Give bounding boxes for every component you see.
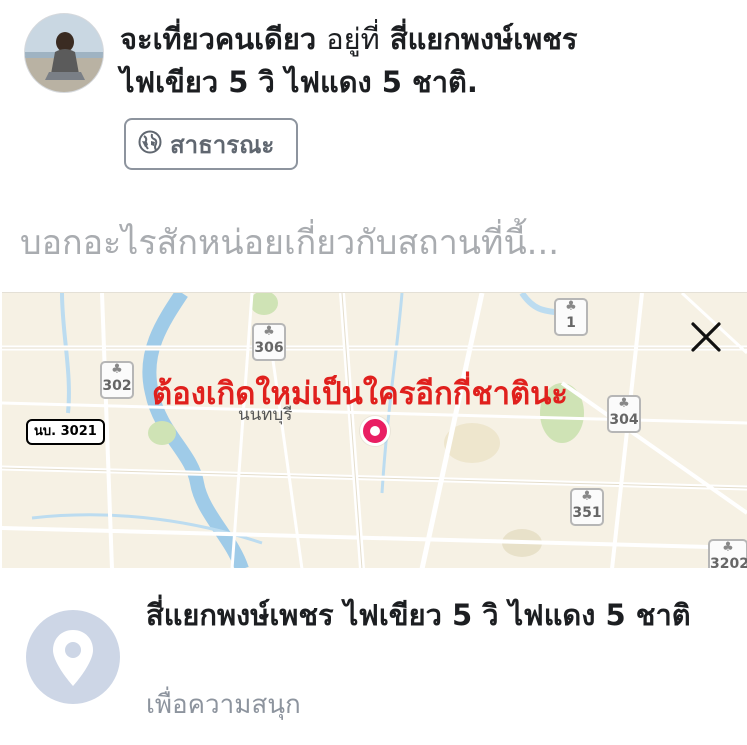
road-plate: นบ. 3021 bbox=[26, 419, 105, 445]
road-badge-1: 1 bbox=[554, 298, 588, 336]
at-word: อยู่ที่ bbox=[326, 22, 380, 56]
globe-icon bbox=[138, 130, 162, 158]
road-badge-306: 306 bbox=[252, 323, 286, 361]
privacy-label: สาธารณะ bbox=[170, 130, 275, 159]
place-category: เพื่อความสนุก bbox=[146, 690, 301, 720]
map-pin-icon bbox=[360, 416, 390, 446]
post-title: จะเที่ยวคนเดียว อยู่ที่ สี่แยกพงษ์เพชร ไ… bbox=[120, 18, 730, 104]
author-activity[interactable]: จะเที่ยวคนเดียว bbox=[120, 22, 316, 56]
location-pin-icon bbox=[26, 610, 120, 704]
location-link-rest[interactable]: ไฟเขียว 5 วิ ไฟแดง 5 ชาติ. bbox=[120, 65, 478, 99]
road-badge-302: 302 bbox=[100, 361, 134, 399]
close-icon[interactable] bbox=[688, 319, 724, 355]
place-card[interactable]: สี่แยกพงษ์เพชร ไฟเขียว 5 วิ ไฟแดง 5 ชาติ… bbox=[0, 568, 747, 745]
map-preview[interactable]: 306 302 1 304 351 3202 นบ. 3021 นนทบุรี … bbox=[2, 292, 747, 568]
post-header: จะเที่ยวคนเดียว อยู่ที่ สี่แยกพงษ์เพชร ไ… bbox=[0, 0, 747, 190]
road-badge-351: 351 bbox=[570, 488, 604, 526]
privacy-button[interactable]: สาธารณะ bbox=[124, 118, 298, 170]
road-badge-304: 304 bbox=[607, 395, 641, 433]
road-badge-3202: 3202 bbox=[708, 539, 747, 568]
composer-placeholder[interactable]: บอกอะไรสักหน่อยเกี่ยวกับสถานที่นี้... bbox=[20, 218, 730, 268]
avatar[interactable] bbox=[24, 13, 104, 93]
place-name[interactable]: สี่แยกพงษ์เพชร ไฟเขียว 5 วิ ไฟแดง 5 ชาติ bbox=[146, 590, 706, 640]
location-link[interactable]: สี่แยกพงษ์เพชร bbox=[390, 22, 578, 56]
map-caption: ต้องเกิดใหม่เป็นใครอีกกี่ชาตินะ bbox=[152, 376, 568, 412]
